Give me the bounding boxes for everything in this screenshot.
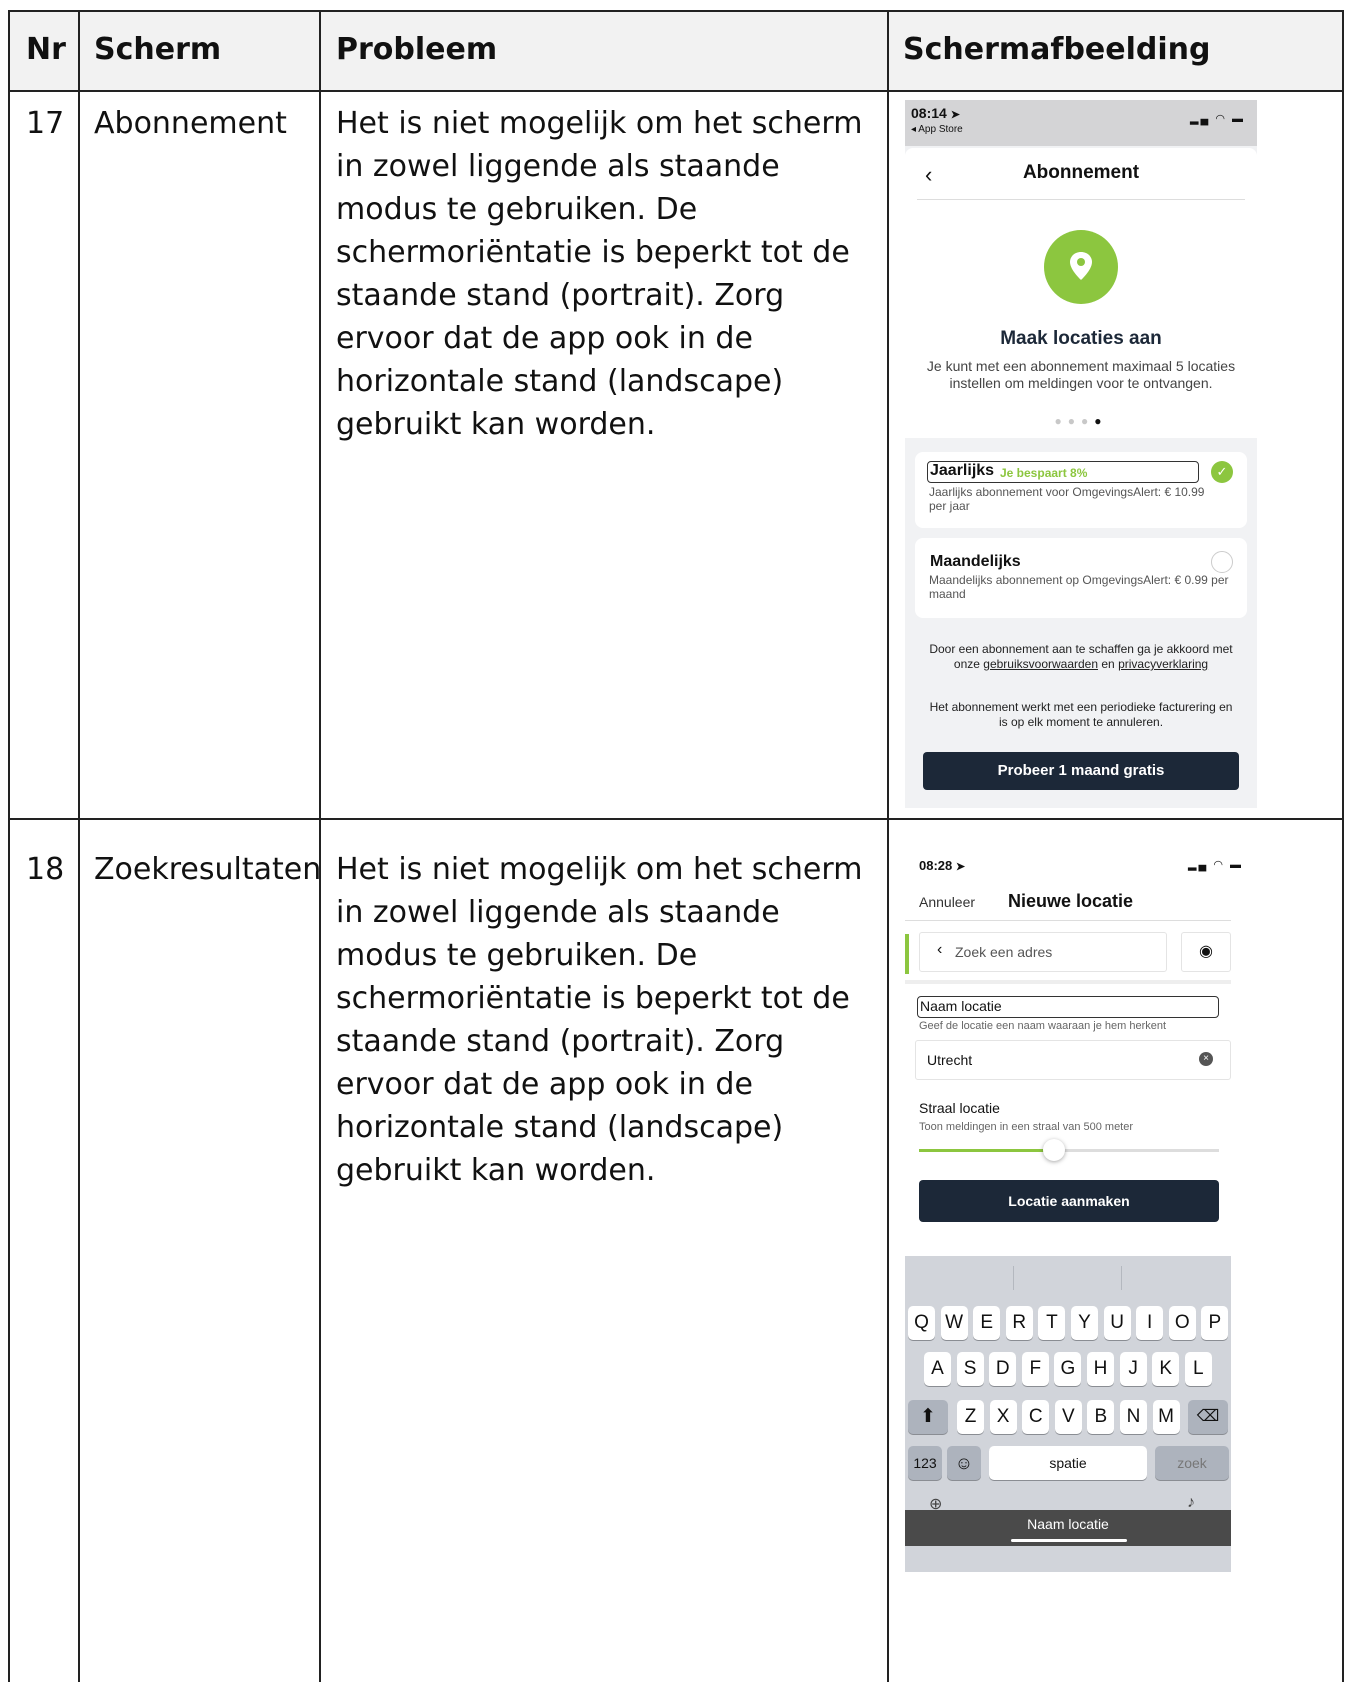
selected-check-icon[interactable]: ✓ — [1211, 461, 1233, 483]
title-divider — [917, 199, 1245, 200]
screenshot-nieuwe-locatie: 08:28 ➤ ▂▄ ◠ ▬ Annuleer Nieuwe locatie ‹… — [905, 846, 1257, 1572]
title-divider — [905, 920, 1231, 921]
key-j[interactable]: J — [1119, 1352, 1147, 1386]
column-divider — [887, 12, 889, 1682]
header-nr: Nr — [26, 32, 66, 67]
radius-hint: Toon meldingen in een straal van 500 met… — [919, 1121, 1134, 1133]
key-k[interactable]: K — [1152, 1352, 1180, 1386]
option-yearly-title: Jaarlijks — [930, 462, 995, 479]
key-m[interactable]: M — [1152, 1400, 1180, 1434]
column-divider — [319, 12, 321, 1682]
option-yearly-desc: Jaarlijks abonnement voor OmgevingsAlert… — [929, 485, 1205, 513]
key-n[interactable]: N — [1120, 1400, 1147, 1434]
numbers-key[interactable]: 123 — [908, 1446, 942, 1480]
key-r[interactable]: R — [1005, 1306, 1033, 1340]
key-b[interactable]: B — [1087, 1400, 1115, 1434]
row-17-probleem: Het is niet mogelijk om het scherm in zo… — [336, 106, 863, 442]
row-17-scherm: Abonnement — [94, 106, 287, 141]
suggestion-divider — [1121, 1266, 1122, 1290]
savings-badge: Je bespaart 8% — [1000, 466, 1088, 480]
backspace-key[interactable]: ⌫ — [1188, 1400, 1228, 1434]
status-time: 08:14 ➤ — [911, 105, 960, 121]
key-d[interactable]: D — [989, 1352, 1017, 1386]
current-location-icon[interactable]: ◉ — [1181, 932, 1231, 972]
column-divider — [78, 12, 80, 1682]
header-screenshot: Schermafbeelding — [903, 32, 1211, 67]
screen-title: Abonnement — [1022, 162, 1140, 183]
home-indicator — [1011, 1539, 1127, 1542]
accent-bar — [905, 934, 909, 974]
suggestion-divider — [1013, 1266, 1014, 1290]
screen-title: Nieuwe locatie — [1008, 891, 1134, 911]
status-icons: ▂▄ ◠ ▬ — [1188, 859, 1243, 871]
location-pin-icon — [1044, 230, 1118, 304]
key-p[interactable]: P — [1201, 1306, 1229, 1340]
name-hint: Geef de locatie een naam waaraan je hem … — [919, 1020, 1167, 1032]
radius-slider-knob[interactable] — [1043, 1139, 1065, 1161]
billing-text: Het abonnement werkt met een periodieke … — [929, 700, 1233, 729]
row-divider — [10, 90, 1344, 92]
page-dots: ●●●● — [1054, 414, 1108, 428]
unselected-radio[interactable] — [1211, 551, 1233, 573]
key-z[interactable]: Z — [957, 1400, 984, 1434]
radius-slider-fill — [919, 1149, 1054, 1152]
cancel-link[interactable]: Annuleer — [919, 894, 975, 910]
terms-text: Door een abonnement aan te schaffen ga j… — [929, 642, 1233, 671]
bottom-label: Naam locatie — [1027, 1516, 1109, 1532]
key-f[interactable]: F — [1021, 1352, 1049, 1386]
row-18-scherm: Zoekresultaten — [94, 852, 322, 887]
status-time: 08:28 ➤ — [919, 858, 966, 873]
key-t[interactable]: T — [1038, 1306, 1066, 1340]
terms-link[interactable]: gebruiksvoorwaarden — [983, 657, 1098, 671]
search-placeholder: Zoek een adres — [955, 944, 1053, 960]
row-divider — [10, 818, 1344, 820]
key-h[interactable]: H — [1087, 1352, 1114, 1386]
key-o[interactable]: O — [1168, 1306, 1196, 1340]
section-divider — [905, 980, 1231, 984]
hero-description: Je kunt met een abonnement maximaal 5 lo… — [926, 358, 1236, 391]
name-label: Naam locatie — [920, 998, 1002, 1014]
key-x[interactable]: X — [989, 1400, 1017, 1434]
key-w[interactable]: W — [940, 1306, 968, 1340]
back-chevron-icon[interactable]: ‹ — [937, 941, 942, 959]
radius-label: Straal locatie — [919, 1100, 1000, 1116]
hero-heading: Maak locaties aan — [1000, 328, 1162, 349]
screenshot-abonnement: 08:14 ➤ ◂ App Store ▂▄ ◠ ▬ ‹ Abonnement … — [905, 100, 1257, 808]
key-a[interactable]: A — [924, 1352, 951, 1386]
keyboard: QWERTYUIOP ASDFGHJKL ZXCVBNM ⬆ ⌫ 123 ☺ s… — [905, 1256, 1231, 1572]
key-c[interactable]: C — [1022, 1400, 1050, 1434]
key-g[interactable]: G — [1054, 1352, 1082, 1386]
clear-icon[interactable]: × — [1199, 1052, 1213, 1066]
privacy-link[interactable]: privacyverklaring — [1118, 657, 1208, 671]
status-icons: ▂▄ ◠ ▬ — [1190, 113, 1245, 125]
key-e[interactable]: E — [973, 1306, 1001, 1340]
key-s[interactable]: S — [956, 1352, 984, 1386]
create-location-button[interactable]: Locatie aanmaken — [919, 1180, 1219, 1222]
row-17-nr: 17 — [26, 106, 65, 141]
back-to-app-store[interactable]: ◂ App Store — [911, 124, 963, 135]
space-key[interactable]: spatie — [989, 1446, 1147, 1480]
header-probleem: Probleem — [336, 32, 498, 67]
key-v[interactable]: V — [1054, 1400, 1082, 1434]
search-key[interactable]: zoek — [1155, 1446, 1229, 1480]
key-i[interactable]: I — [1136, 1306, 1164, 1340]
table-right-border — [1342, 12, 1344, 1682]
name-value: Utrecht — [927, 1052, 973, 1068]
row-18-nr: 18 — [26, 852, 65, 887]
header-scherm: Scherm — [94, 32, 222, 67]
key-l[interactable]: L — [1184, 1352, 1212, 1386]
option-monthly-title: Maandelijks — [930, 553, 1021, 570]
issues-table: Nr Scherm Probleem Schermafbeelding 17 A… — [8, 10, 1344, 1682]
key-q[interactable]: Q — [908, 1306, 935, 1340]
option-monthly-desc: Maandelijks abonnement op OmgevingsAlert… — [929, 573, 1229, 601]
key-u[interactable]: U — [1103, 1306, 1131, 1340]
shift-key[interactable]: ⬆ — [908, 1400, 948, 1434]
key-y[interactable]: Y — [1071, 1306, 1098, 1340]
trial-button[interactable]: Probeer 1 maand gratis — [923, 752, 1239, 790]
emoji-key[interactable]: ☺ — [947, 1446, 981, 1480]
row-18-probleem: Het is niet mogelijk om het scherm in zo… — [336, 852, 863, 1188]
